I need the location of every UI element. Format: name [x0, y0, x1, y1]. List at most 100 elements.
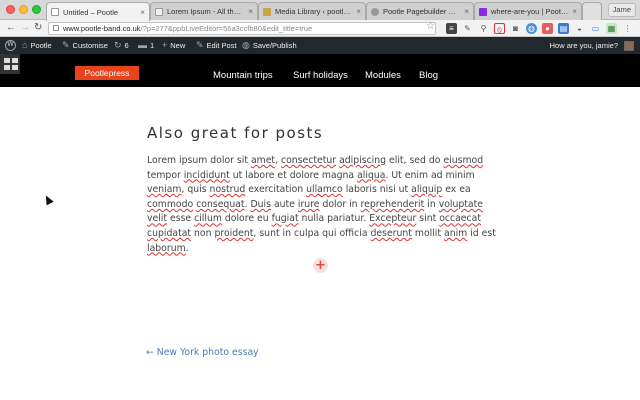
comments-count: 1 — [150, 41, 155, 50]
bookmark-star-icon[interactable]: ☆ — [426, 21, 435, 32]
browser-user-chip[interactable]: Jame — [607, 3, 636, 17]
edit-post-button[interactable]: ✎ Edit Post — [196, 37, 237, 54]
spellcheck-flagged-word: Duis — [250, 198, 271, 210]
close-tab-icon[interactable]: × — [140, 8, 145, 17]
browser-tab-pootle-pagebuilder[interactable]: Pootle Pagebuilder — Word × — [366, 2, 474, 20]
home-icon: ⌂ — [22, 40, 28, 50]
spellcheck-flagged-word: aliquip — [411, 184, 443, 196]
extension-icons: ≡ ✎ ⚲ ⦸ ◙ ◍ ● ▤ ◒ ▭ ▦ ⋮ — [446, 23, 633, 34]
spellcheck-flagged-word: nostrud — [209, 184, 246, 196]
nav-item-mountain-trips[interactable]: Mountain trips — [213, 70, 273, 81]
site-header: Pootlepress Mountain trips Surf holidays… — [0, 54, 640, 87]
body-text-run: elit, sed do — [386, 155, 444, 166]
spellcheck-flagged-word: laborum — [147, 242, 186, 254]
account-menu[interactable]: How are you, jamie? — [550, 37, 634, 54]
customise-button[interactable]: ✎ Customise — [62, 37, 108, 54]
browser-tab-lorem-ipsum[interactable]: Lorem Ipsum - All the facts × — [150, 2, 258, 20]
comments-button[interactable]: ▬ 1 — [138, 37, 154, 54]
post-title[interactable]: Also great for posts — [147, 124, 323, 142]
blue-extension-icon[interactable]: ▤ — [558, 23, 569, 34]
close-tab-icon[interactable]: × — [248, 7, 253, 16]
body-text-run: dolor in — [319, 198, 361, 210]
post-body[interactable]: Lorem ipsum dolor sit amet, consectetur … — [147, 154, 497, 256]
new-content-button[interactable]: + New — [162, 37, 185, 54]
pin-extension-icon[interactable]: ⚲ — [478, 23, 489, 34]
close-tab-icon[interactable]: × — [356, 7, 361, 16]
browser-tab-untitled-pootle[interactable]: Untitled – Pootle × — [46, 2, 150, 21]
avatar — [624, 40, 634, 51]
customise-label: Customise — [72, 41, 108, 50]
address-bar-row: ← → ↻ www.pootle-band.co.uk/?p=277&ppbLi… — [0, 20, 640, 37]
nav-item-modules[interactable]: Modules — [365, 70, 401, 81]
green-extension-icon[interactable]: ▦ — [606, 23, 617, 34]
page-builder-grid-icon[interactable] — [0, 54, 20, 74]
wordpress-logo-icon: W — [5, 40, 16, 51]
body-text-run: sint — [416, 213, 440, 225]
body-text-run: dolore eu — [221, 213, 272, 225]
media-library-favicon — [263, 7, 271, 16]
blocked-extension-icon[interactable]: ⦸ — [494, 23, 505, 34]
red-extension-icon[interactable]: ● — [542, 23, 553, 34]
layers-extension-icon[interactable]: ≡ — [446, 23, 457, 34]
new-tab-button[interactable] — [582, 2, 602, 20]
wordpress-logo-button[interactable]: W — [5, 37, 16, 54]
save-publish-label: Save/Publish — [252, 41, 297, 50]
updates-button[interactable]: ↻ 6 — [114, 37, 129, 54]
browser-tab-media-library[interactable]: Media Library ‹ pootlepress × — [258, 2, 366, 20]
globe-extension-icon[interactable]: ◍ — [526, 23, 537, 34]
spellcheck-flagged-word: adipiscing — [339, 155, 387, 166]
spellcheck-flagged-word: occaecat — [439, 213, 481, 225]
cast-extension-icon[interactable]: ▭ — [590, 23, 601, 34]
body-text-run: aute — [270, 198, 298, 210]
spellcheck-flagged-word: ullamco — [306, 184, 343, 196]
wp-admin-bar: W ⌂ Pootle ✎ Customise ↻ 6 ▬ 1 + New ✎ E… — [0, 37, 640, 54]
plus-icon: + — [162, 40, 168, 50]
spellcheck-flagged-word: aliqua — [357, 169, 386, 181]
url-input[interactable]: www.pootle-band.co.uk/?p=277&ppbLiveEdit… — [48, 22, 436, 35]
tab-title: Untitled – Pootle — [63, 7, 119, 17]
page-icon — [51, 8, 59, 16]
spellcheck-flagged-word: eiusmod — [443, 155, 484, 166]
body-text-run: tempor — [147, 169, 184, 181]
camera-extension-icon[interactable]: ◙ — [510, 23, 521, 34]
reload-icon[interactable]: ↻ — [34, 22, 42, 34]
spellcheck-flagged-word: cupidatat — [147, 227, 192, 239]
spellcheck-flagged-word: consectetur — [281, 155, 337, 166]
nav-item-blog[interactable]: Blog — [419, 70, 438, 81]
spellcheck-flagged-word: cillum — [194, 213, 222, 225]
previous-post-link[interactable]: ← New York photo essay — [146, 347, 259, 358]
body-text-run: esse — [167, 213, 195, 225]
body-text-run: , sunt in culpa qui officia — [253, 227, 371, 239]
greeting-label: How are you, jamie? — [549, 41, 618, 50]
maximize-window-button[interactable] — [32, 5, 41, 14]
save-publish-button[interactable]: ◍ Save/Publish — [242, 37, 297, 54]
body-text-run: laboris nisi ut — [342, 184, 412, 196]
globe-icon: ◍ — [242, 40, 250, 50]
updates-icon: ↻ — [114, 40, 122, 50]
browser-tab-bar: Untitled – Pootle × Lorem Ipsum - All th… — [0, 0, 640, 21]
spellcheck-flagged-word: voluptate — [438, 198, 483, 210]
close-tab-icon[interactable]: × — [572, 7, 577, 16]
body-text-run: . Ut enim ad minim — [385, 169, 475, 181]
pocket-extension-icon[interactable]: ◒ — [574, 23, 585, 34]
mouse-cursor — [42, 193, 54, 206]
close-window-button[interactable] — [6, 5, 15, 14]
menu-dots-icon[interactable]: ⋮ — [622, 23, 633, 34]
site-name-button[interactable]: ⌂ Pootle — [22, 37, 52, 54]
close-tab-icon[interactable]: × — [464, 7, 469, 16]
tab-title: Pootle Pagebuilder — Word — [383, 7, 461, 16]
browser-tab-where-are-you[interactable]: where-are-you | PootlePress × — [474, 2, 582, 20]
spellcheck-flagged-word: anim — [444, 227, 468, 239]
minimize-window-button[interactable] — [19, 5, 28, 14]
body-text-run: non — [191, 227, 215, 239]
back-arrow-icon[interactable]: ← — [6, 22, 16, 34]
forward-arrow-icon[interactable]: → — [20, 22, 30, 34]
url-host: www.pootle-band.co.uk — [63, 24, 141, 33]
brush-icon: ✎ — [62, 40, 70, 50]
site-logo[interactable]: Pootlepress — [75, 66, 139, 80]
pen-extension-icon[interactable]: ✎ — [462, 23, 473, 34]
tab-title: where-are-you | PootlePress — [491, 7, 569, 16]
nav-item-surf-holidays[interactable]: Surf holidays — [293, 70, 348, 81]
add-module-button[interactable]: + — [313, 258, 328, 273]
body-text-run: id est — [467, 227, 496, 239]
